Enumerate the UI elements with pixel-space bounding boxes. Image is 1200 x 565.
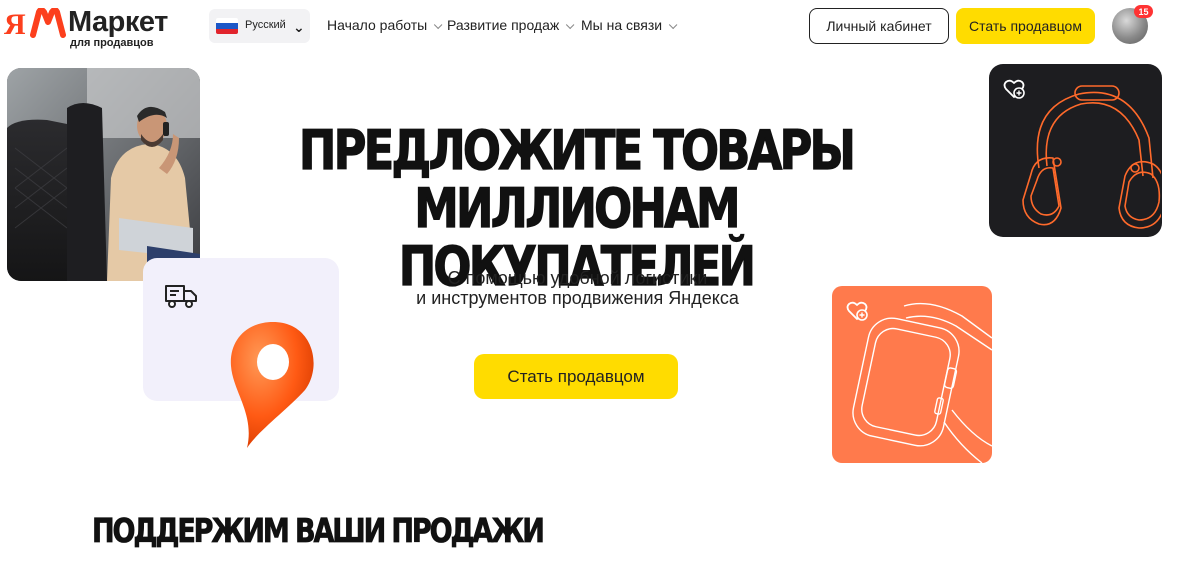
headphones-icon [1022, 85, 1161, 229]
yandex-logo-letter: Я [4, 8, 26, 41]
smartwatch-icon [852, 302, 992, 463]
chevron-down-icon [434, 20, 443, 30]
nav-contact-us[interactable]: Мы на связи [581, 17, 678, 33]
chevron-down-icon: ⌄ [293, 19, 305, 35]
nav-label: Развитие продаж [447, 17, 560, 33]
hero-subtitle-line2: и инструментов продвижения Яндекса [416, 288, 739, 308]
support-sales-section-title: ПОДДЕРЖИМ ВАШИ ПРОДАЖИ [92, 511, 546, 551]
chevron-down-icon [669, 20, 678, 30]
logo-title: Маркет [68, 6, 168, 38]
become-seller-header-button[interactable]: Стать продавцом [956, 8, 1095, 44]
hero-title-line1: ПРЕДЛОЖИТЕ ТОВАРЫ [298, 119, 856, 182]
russia-flag-icon [216, 18, 238, 34]
site-header: Я Маркет для продавцов Русский ⌄ Начало … [0, 0, 1200, 56]
hero-subtitle: С помощью удобной логистики и инструмент… [340, 268, 815, 308]
photo-illustration [7, 68, 200, 281]
become-seller-hero-button[interactable]: Стать продавцом [474, 354, 678, 399]
smartwatch-card [832, 286, 992, 463]
market-logo-icon [30, 8, 66, 38]
truck-icon [165, 285, 197, 308]
nav-getting-started[interactable]: Начало работы [327, 17, 443, 33]
nav-label: Начало работы [327, 17, 428, 33]
location-pin-icon [230, 322, 314, 448]
man-on-phone-in-car-photo [7, 68, 200, 281]
nav-sales-growth[interactable]: Развитие продаж [447, 17, 575, 33]
nav-label: Мы на связи [581, 17, 663, 33]
language-selector[interactable]: Русский ⌄ [209, 9, 310, 43]
chevron-down-icon [566, 20, 575, 30]
language-label: Русский [245, 19, 286, 31]
headphones-card [989, 64, 1162, 237]
personal-cabinet-button[interactable]: Личный кабинет [809, 8, 949, 44]
hero-subtitle-line1: С помощью удобной логистики [447, 268, 708, 288]
logo-subtitle: для продавцов [70, 37, 154, 49]
market-logo[interactable]: Я Маркет для продавцов [4, 4, 194, 49]
notification-badge: 15 [1134, 5, 1153, 18]
